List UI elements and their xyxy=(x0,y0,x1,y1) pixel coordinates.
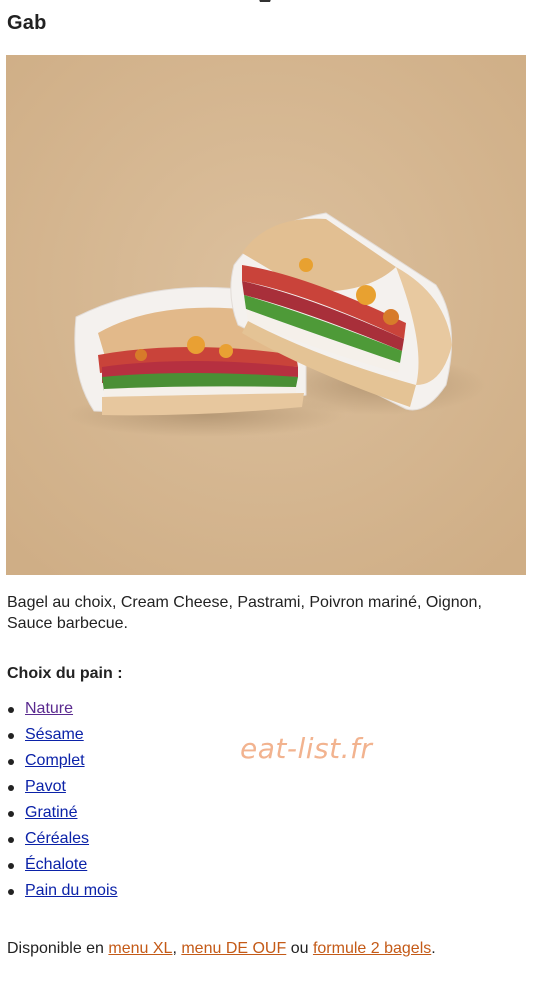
bread-link-echalote[interactable]: Échalote xyxy=(25,854,87,876)
menu-de-ouf-link[interactable]: menu DE OUF xyxy=(181,940,286,957)
product-image xyxy=(6,55,526,575)
product-description: Bagel au choix, Cream Cheese, Pastrami, … xyxy=(7,594,482,632)
bread-link-cereales[interactable]: Céréales xyxy=(25,828,89,850)
list-item: Nature xyxy=(7,698,118,724)
bread-choice-heading: Choix du pain : xyxy=(7,665,123,682)
availability-separator: , xyxy=(172,940,182,957)
bread-link-sesame[interactable]: Sésame xyxy=(25,724,84,746)
bag-icon xyxy=(259,0,271,2)
bread-link-pain-du-mois[interactable]: Pain du mois xyxy=(25,880,118,902)
bullet-icon xyxy=(8,889,14,895)
bread-link-nature[interactable]: Nature xyxy=(25,698,73,720)
list-item: Échalote xyxy=(7,854,118,880)
list-item: Complet xyxy=(7,750,118,776)
bread-options-list: Nature Sésame Complet Pavot Gratiné Céré… xyxy=(7,698,118,906)
list-item: Sésame xyxy=(7,724,118,750)
bullet-icon xyxy=(8,837,14,843)
bullet-icon xyxy=(8,707,14,713)
menu-xl-link[interactable]: menu XL xyxy=(108,940,172,957)
availability-suffix: . xyxy=(431,940,436,957)
availability-separator: ou xyxy=(286,940,313,957)
formule-2-bagels-link[interactable]: formule 2 bagels xyxy=(313,940,431,957)
availability-prefix: Disponible en xyxy=(7,940,109,957)
list-item: Pavot xyxy=(7,776,118,802)
bullet-icon xyxy=(8,759,14,765)
bread-link-complet[interactable]: Complet xyxy=(25,750,85,772)
watermark: eat-list.fr xyxy=(240,732,373,765)
bullet-icon xyxy=(8,785,14,791)
product-page: Gab Bagel au choix, Cream Cheese, Pastra… xyxy=(0,0,537,985)
bread-link-pavot[interactable]: Pavot xyxy=(25,776,66,798)
list-item: Gratiné xyxy=(7,802,118,828)
bullet-icon xyxy=(8,811,14,817)
product-title: Gab xyxy=(7,12,47,34)
bullet-icon xyxy=(8,733,14,739)
availability-text: Disponible en menu XL, menu DE OUF ou fo… xyxy=(7,940,436,958)
bullet-icon xyxy=(8,863,14,869)
list-item: Céréales xyxy=(7,828,118,854)
bread-link-gratine[interactable]: Gratiné xyxy=(25,802,77,824)
list-item: Pain du mois xyxy=(7,880,118,906)
